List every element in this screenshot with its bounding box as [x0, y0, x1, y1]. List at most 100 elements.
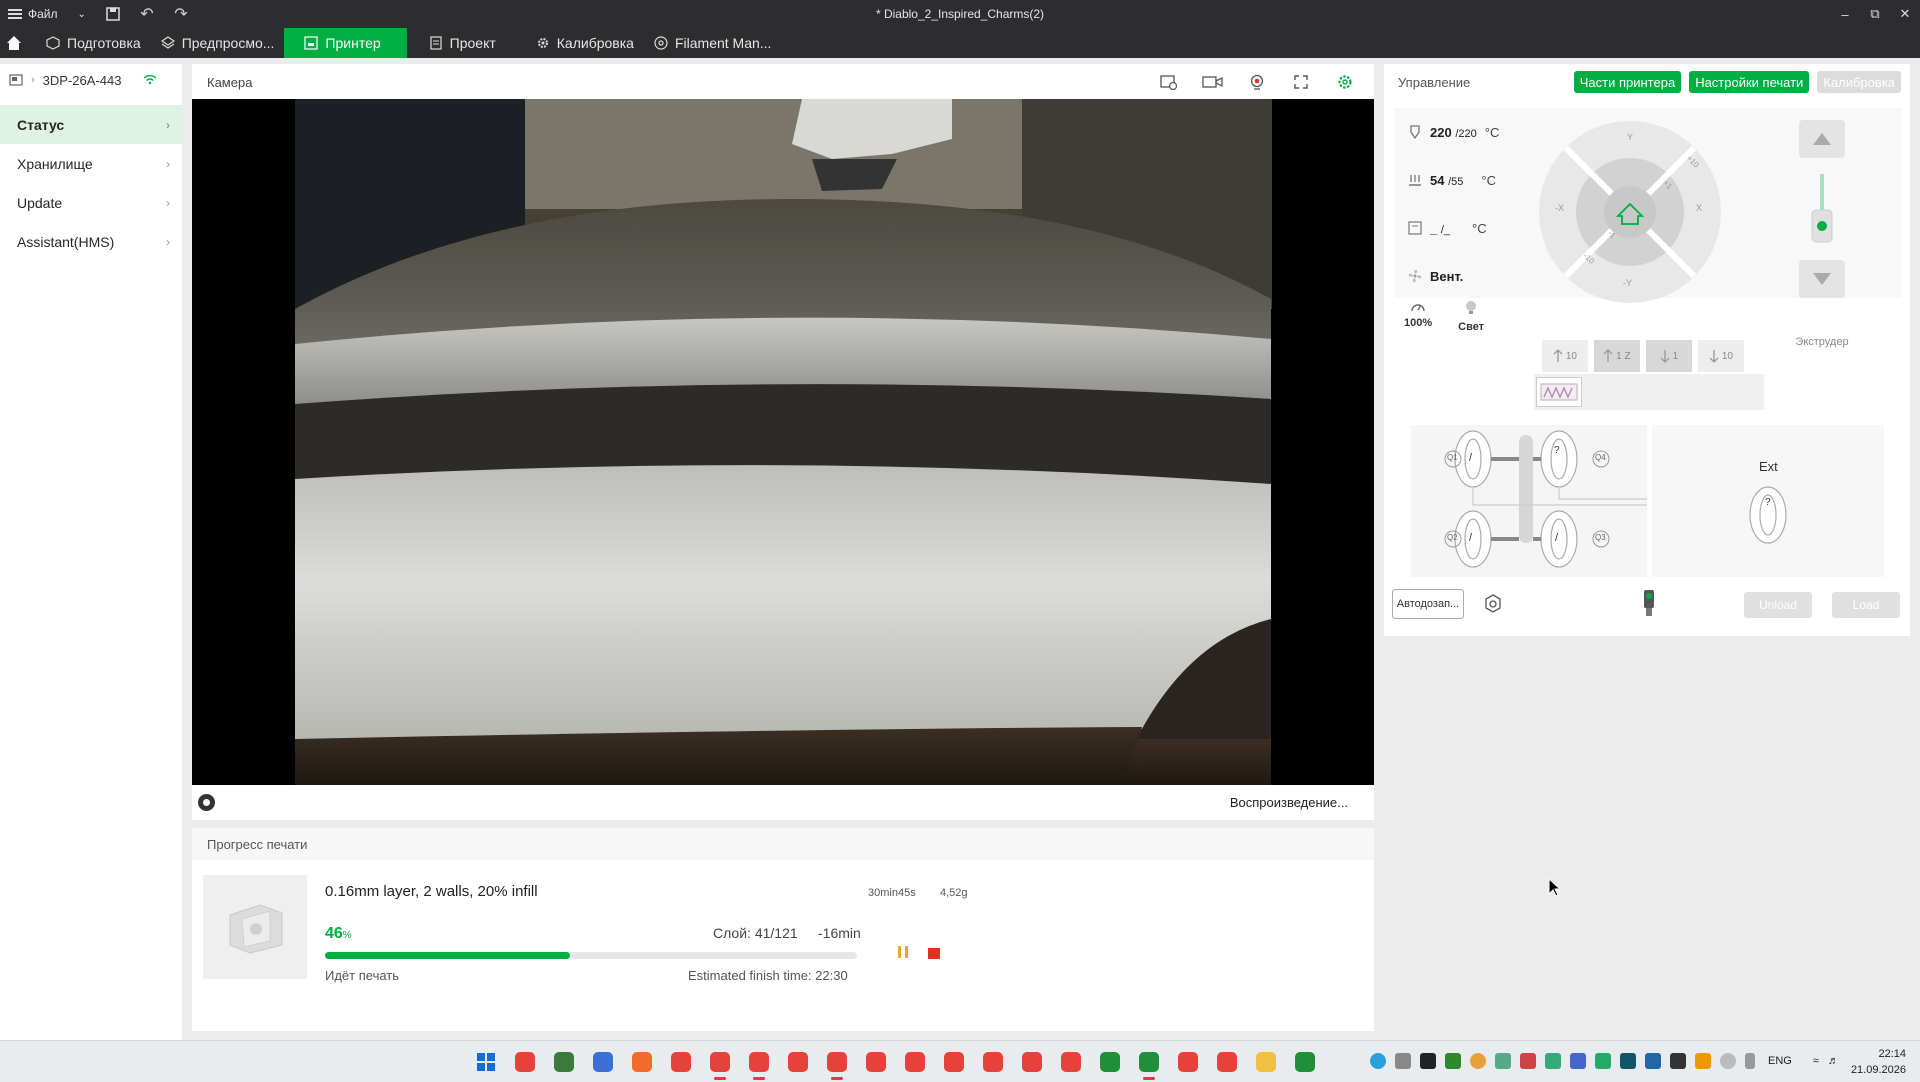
taskbar-app-icon[interactable] — [901, 1048, 929, 1076]
taskbar-app-icon[interactable] — [511, 1048, 539, 1076]
tab-printer[interactable]: Принтер — [284, 28, 407, 58]
tab-filament-manager[interactable]: Filament Man... — [644, 28, 781, 58]
z-up-1-button[interactable]: 1 Z — [1594, 340, 1640, 372]
home-button[interactable] — [0, 28, 28, 58]
xy-jog-pad[interactable] — [1538, 120, 1722, 304]
tray-app-icon[interactable] — [1445, 1053, 1461, 1069]
taskbar-app-icon[interactable] — [550, 1048, 578, 1076]
nvidia-icon[interactable] — [1420, 1053, 1436, 1069]
unload-button[interactable]: Unload — [1744, 592, 1812, 618]
tray-app-icon[interactable] — [1595, 1053, 1611, 1069]
taskbar-app-icon[interactable] — [1252, 1048, 1280, 1076]
sidebar-item-update[interactable]: Update › — [0, 183, 182, 222]
tab-preview[interactable]: Предпросмо... — [151, 28, 285, 58]
taskbar-app-icon[interactable] — [1135, 1048, 1163, 1080]
battery-icon[interactable] — [1745, 1053, 1755, 1069]
taskbar-app-icon[interactable] — [1174, 1048, 1202, 1076]
ams-tab[interactable] — [1536, 377, 1582, 407]
ams-settings-icon[interactable] — [1482, 593, 1504, 615]
tray-app-icon[interactable] — [1395, 1053, 1411, 1069]
z-up-10-button[interactable]: 10 — [1542, 340, 1588, 372]
ams-slot-3[interactable]: / — [1555, 532, 1558, 544]
telegram-icon[interactable] — [1370, 1053, 1386, 1069]
tray-app-icon[interactable] — [1695, 1053, 1711, 1069]
camera-feed[interactable] — [192, 99, 1374, 785]
taskbar-app-icon[interactable] — [1096, 1048, 1124, 1076]
speed-control[interactable]: 100% — [1404, 300, 1432, 348]
z-down-1-button[interactable]: 1 — [1646, 340, 1692, 372]
layers-icon — [160, 36, 175, 49]
chrome-icon[interactable] — [1470, 1053, 1486, 1069]
extrude-up-button[interactable] — [1799, 120, 1845, 158]
camera-settings-button[interactable] — [1334, 72, 1356, 92]
gear-icon — [1338, 75, 1352, 89]
taskbar-app-icon[interactable] — [1291, 1048, 1319, 1076]
device-selector[interactable]: › 3DP-26A-443 — [0, 64, 182, 96]
start-button[interactable] — [472, 1048, 500, 1076]
taskbar-app-icon[interactable] — [1057, 1048, 1085, 1076]
tray-app-icon[interactable] — [1495, 1053, 1511, 1069]
pause-button[interactable] — [898, 946, 912, 960]
taskbar-app-icon[interactable] — [1018, 1048, 1046, 1076]
recording-button[interactable] — [1202, 72, 1224, 92]
tab-prepare[interactable]: Подготовка — [36, 28, 151, 58]
taskbar-app-icon[interactable] — [667, 1048, 695, 1076]
taskbar-app-icon[interactable] — [823, 1048, 851, 1080]
printer-parts-button[interactable]: Части принтера — [1573, 71, 1682, 93]
fullscreen-button[interactable] — [1290, 72, 1312, 92]
camera-header: Камера — [192, 64, 1374, 100]
language-indicator[interactable]: ENG — [1768, 1055, 1792, 1067]
tray-app-icon[interactable] — [1520, 1053, 1536, 1069]
taskbar-app-icon[interactable] — [745, 1048, 773, 1080]
bed-temp[interactable]: 54 /55 °C — [1394, 156, 1514, 204]
print-settings-button[interactable]: Настройки печати — [1689, 71, 1810, 93]
external-spool-icon[interactable] — [1746, 483, 1790, 547]
windows-icon — [477, 1053, 495, 1071]
light-toggle[interactable]: Свет — [1458, 300, 1484, 348]
retract-down-button[interactable] — [1799, 260, 1845, 298]
taskbar-app-icon[interactable] — [940, 1048, 968, 1076]
cloud-icon[interactable] — [1720, 1053, 1736, 1069]
tray-app-icon[interactable] — [1645, 1053, 1661, 1069]
timelapse-button[interactable] — [1158, 72, 1180, 92]
ams-slot-2[interactable]: / — [1469, 532, 1472, 544]
sidebar-item-storage[interactable]: Хранилище › — [0, 144, 182, 183]
autoload-button[interactable]: Автодозап... — [1392, 589, 1464, 619]
tray-app-icon[interactable] — [1545, 1053, 1561, 1069]
taskbar-app-icon[interactable] — [862, 1048, 890, 1076]
taskbar-app-icon[interactable] — [628, 1048, 656, 1076]
taskbar-app-icon[interactable] — [1213, 1048, 1241, 1076]
tray-app-icon[interactable] — [1620, 1053, 1636, 1069]
maximize-button[interactable]: ⧉ — [1860, 0, 1890, 28]
webcam-button[interactable] — [1246, 72, 1268, 92]
stop-button[interactable] — [928, 948, 940, 959]
ams-slot-4[interactable]: ? — [1554, 445, 1560, 456]
volume-icon[interactable]: ♬ — [1828, 1055, 1839, 1067]
wifi-icon[interactable]: ≈ — [1813, 1055, 1819, 1067]
file-menu[interactable]: Файл ⌄ — [0, 0, 96, 28]
tab-project[interactable]: Проект — [419, 28, 506, 58]
taskbar-app-icon[interactable] — [706, 1048, 734, 1080]
save-button[interactable] — [96, 0, 130, 28]
tab-calibration-label: Калибровка — [556, 35, 634, 51]
z-down-10-button[interactable]: 10 — [1698, 340, 1744, 372]
redo-button[interactable]: ↷ — [164, 0, 198, 28]
tab-calibration[interactable]: Калибровка — [526, 28, 644, 58]
tray-app-icon[interactable] — [1670, 1053, 1686, 1069]
close-button[interactable]: ✕ — [1890, 0, 1920, 28]
sidebar-item-assistant[interactable]: Assistant(HMS) › — [0, 222, 182, 261]
tray-app-icon[interactable] — [1570, 1053, 1586, 1069]
fan-control[interactable]: Вент. — [1394, 252, 1514, 300]
taskbar-app-icon[interactable] — [589, 1048, 617, 1076]
clock[interactable]: 22:14 21.09.2026 — [1851, 1046, 1906, 1078]
taskbar-app-icon[interactable] — [979, 1048, 1007, 1076]
ams-slot-1[interactable]: / — [1469, 452, 1472, 464]
minimize-button[interactable]: – — [1830, 0, 1860, 28]
nozzle-temp[interactable]: 220 /220 °C — [1394, 108, 1514, 156]
calibration-button[interactable]: Калибровка — [1817, 71, 1901, 93]
taskbar-app-icon[interactable] — [784, 1048, 812, 1076]
sidebar-item-status[interactable]: Статус › — [0, 105, 182, 144]
record-icon[interactable] — [198, 794, 215, 811]
undo-button[interactable]: ↶ — [130, 0, 164, 28]
load-button[interactable]: Load — [1832, 592, 1900, 618]
